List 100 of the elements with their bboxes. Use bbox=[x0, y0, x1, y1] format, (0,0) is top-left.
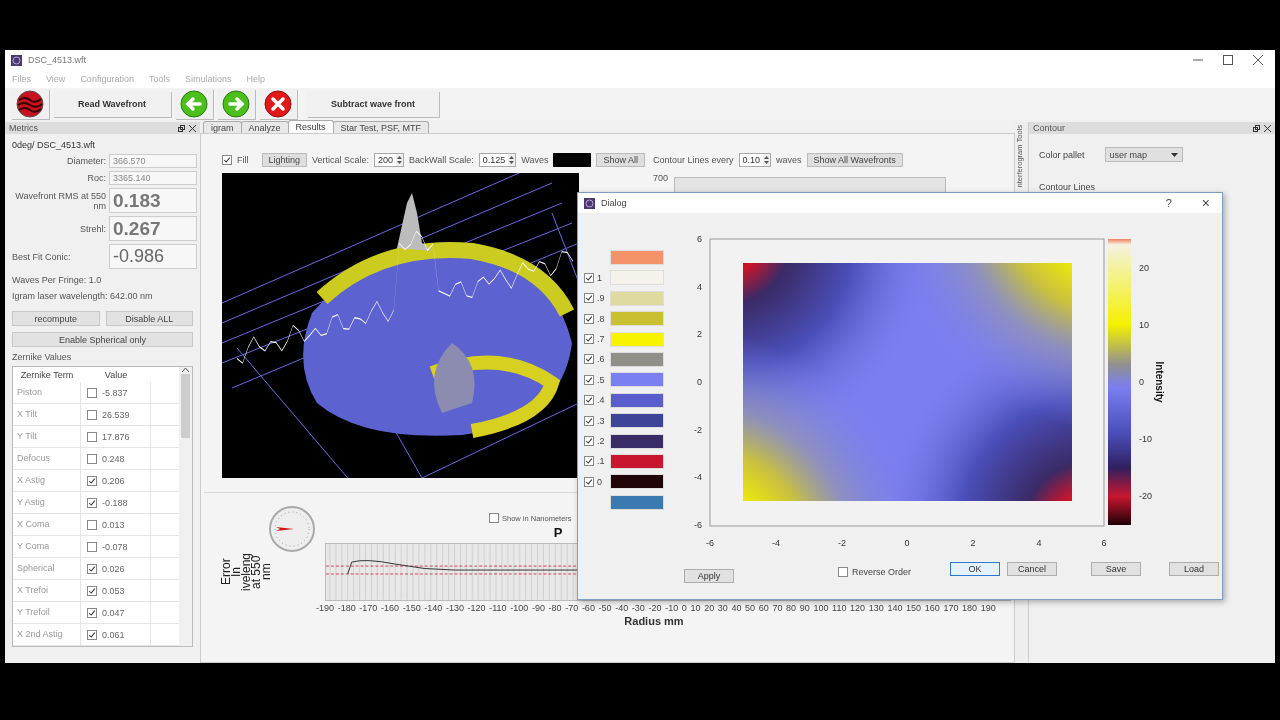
color-swatch[interactable] bbox=[610, 311, 664, 327]
lighting-button[interactable]: Lighting bbox=[261, 153, 308, 167]
compass-icon bbox=[268, 505, 316, 553]
level-label: .1 bbox=[597, 456, 605, 467]
palette-dropdown[interactable]: user map bbox=[1104, 147, 1183, 162]
table-cell: -0.188 bbox=[102, 497, 128, 508]
checkbox[interactable] bbox=[87, 629, 97, 640]
checkbox[interactable] bbox=[87, 563, 97, 574]
axis-tick-label: -130 bbox=[445, 603, 464, 613]
table-cell: 0.026 bbox=[102, 563, 125, 574]
axis-tick-label: -150 bbox=[402, 603, 421, 613]
help-button[interactable]: ? bbox=[1165, 197, 1172, 209]
toolbar-button[interactable]: Subtract wave front bbox=[307, 91, 439, 117]
checkbox[interactable] bbox=[87, 541, 97, 552]
close-icon[interactable] bbox=[189, 124, 196, 132]
color-swatch[interactable] bbox=[610, 290, 664, 306]
apply-button[interactable]: Apply bbox=[684, 569, 734, 583]
color-swatch[interactable] bbox=[610, 474, 664, 490]
field-label: Waves bbox=[521, 155, 549, 165]
scrollbar-thumb[interactable] bbox=[181, 374, 190, 438]
checkbox[interactable] bbox=[584, 395, 594, 406]
axis-tick-label: 180 bbox=[962, 603, 978, 613]
checkbox[interactable] bbox=[584, 313, 594, 324]
spin-box[interactable]: 0.125 bbox=[478, 153, 517, 167]
arrow-up-icon[interactable] bbox=[182, 367, 189, 372]
field-label: Contour Lines every bbox=[653, 155, 734, 165]
color-swatch[interactable] bbox=[610, 250, 664, 265]
axis-tick-label: 150 bbox=[906, 603, 922, 613]
axis-tick-label: -120 bbox=[467, 603, 486, 613]
color-swatch[interactable] bbox=[553, 153, 592, 167]
axis-tick-label: 120 bbox=[850, 603, 866, 613]
checkbox[interactable] bbox=[87, 519, 97, 530]
field-label: BackWall Scale: bbox=[409, 155, 474, 165]
tab[interactable]: Results bbox=[287, 120, 334, 133]
checkbox[interactable] bbox=[489, 513, 499, 523]
back-button[interactable] bbox=[175, 89, 213, 119]
close-button[interactable]: × bbox=[1201, 195, 1210, 211]
igram-button[interactable] bbox=[11, 89, 49, 119]
checkbox[interactable] bbox=[584, 436, 594, 446]
axis-tick-label: 4 bbox=[697, 282, 702, 292]
tab[interactable]: igram bbox=[203, 121, 242, 133]
dialog-button[interactable]: OK bbox=[950, 562, 1001, 576]
table-cell: 26.539 bbox=[102, 409, 130, 420]
axis-tick-label: -40 bbox=[615, 603, 629, 613]
color-swatch[interactable] bbox=[610, 453, 664, 469]
scrollbar[interactable] bbox=[179, 367, 192, 646]
checkbox[interactable] bbox=[87, 497, 97, 508]
checkbox[interactable] bbox=[584, 354, 594, 365]
dialog-button[interactable]: Save bbox=[1091, 562, 1142, 576]
cancel-button[interactable] bbox=[259, 89, 297, 119]
checkbox[interactable] bbox=[584, 334, 594, 345]
dialog-button[interactable]: Cancel bbox=[1007, 562, 1058, 576]
checkbox[interactable] bbox=[584, 476, 594, 487]
checkbox[interactable] bbox=[87, 431, 97, 442]
float-icon[interactable] bbox=[178, 124, 185, 132]
close-icon[interactable] bbox=[1264, 124, 1271, 132]
checkbox[interactable] bbox=[87, 387, 97, 398]
checkbox[interactable] bbox=[222, 155, 232, 165]
close-icon[interactable] bbox=[1253, 55, 1263, 65]
axis-tick-label: 0 bbox=[681, 603, 687, 613]
checkbox[interactable] bbox=[584, 272, 594, 283]
checkbox[interactable] bbox=[584, 456, 594, 467]
axis-title: Error In iveleng at 550 nm bbox=[221, 552, 271, 593]
checkbox[interactable] bbox=[87, 607, 97, 618]
color-swatch[interactable] bbox=[610, 413, 664, 429]
axis-tick-label: -170 bbox=[359, 603, 378, 613]
action-button[interactable]: Disable ALL bbox=[105, 311, 193, 326]
checkbox[interactable] bbox=[87, 585, 97, 596]
forward-button[interactable] bbox=[217, 89, 255, 119]
spin-box[interactable]: 200 bbox=[374, 153, 405, 167]
color-swatch[interactable] bbox=[610, 351, 664, 367]
checkbox[interactable] bbox=[838, 567, 848, 577]
table-cell: Y Coma bbox=[13, 536, 81, 557]
dialog-button[interactable]: Load bbox=[1169, 562, 1220, 576]
checkbox[interactable] bbox=[584, 374, 594, 385]
show-all-wavefronts-button[interactable]: Show All Wavefronts bbox=[806, 153, 903, 167]
color-swatch[interactable] bbox=[610, 494, 664, 510]
axis-tick-label: 160 bbox=[924, 603, 940, 613]
toolbar-button[interactable]: Read Wavefront bbox=[53, 91, 171, 117]
axis-tick-label: 60 bbox=[758, 603, 769, 613]
color-swatch[interactable] bbox=[610, 433, 664, 449]
float-icon[interactable] bbox=[1253, 124, 1260, 132]
color-swatch[interactable] bbox=[610, 392, 664, 408]
checkbox[interactable] bbox=[87, 453, 97, 464]
checkbox[interactable] bbox=[584, 293, 594, 304]
show-all-button[interactable]: Show All bbox=[596, 153, 645, 167]
maximize-icon[interactable] bbox=[1223, 55, 1233, 65]
checkbox[interactable] bbox=[87, 475, 97, 486]
tab[interactable]: Star Test, PSF, MTF bbox=[332, 121, 429, 133]
color-swatch[interactable] bbox=[610, 372, 664, 388]
field-label: Strehl: bbox=[79, 223, 106, 234]
spin-box[interactable]: 0.10 bbox=[738, 153, 772, 167]
axis-tick-label: -10 bbox=[665, 603, 679, 613]
checkbox[interactable] bbox=[584, 415, 594, 426]
action-button[interactable]: Enable Spherical only bbox=[12, 332, 193, 347]
checkbox[interactable] bbox=[87, 409, 97, 420]
action-button[interactable]: recompute bbox=[12, 311, 100, 326]
color-swatch[interactable] bbox=[610, 331, 664, 347]
tab[interactable]: Analyze bbox=[240, 121, 289, 133]
level-label: .3 bbox=[597, 415, 605, 426]
